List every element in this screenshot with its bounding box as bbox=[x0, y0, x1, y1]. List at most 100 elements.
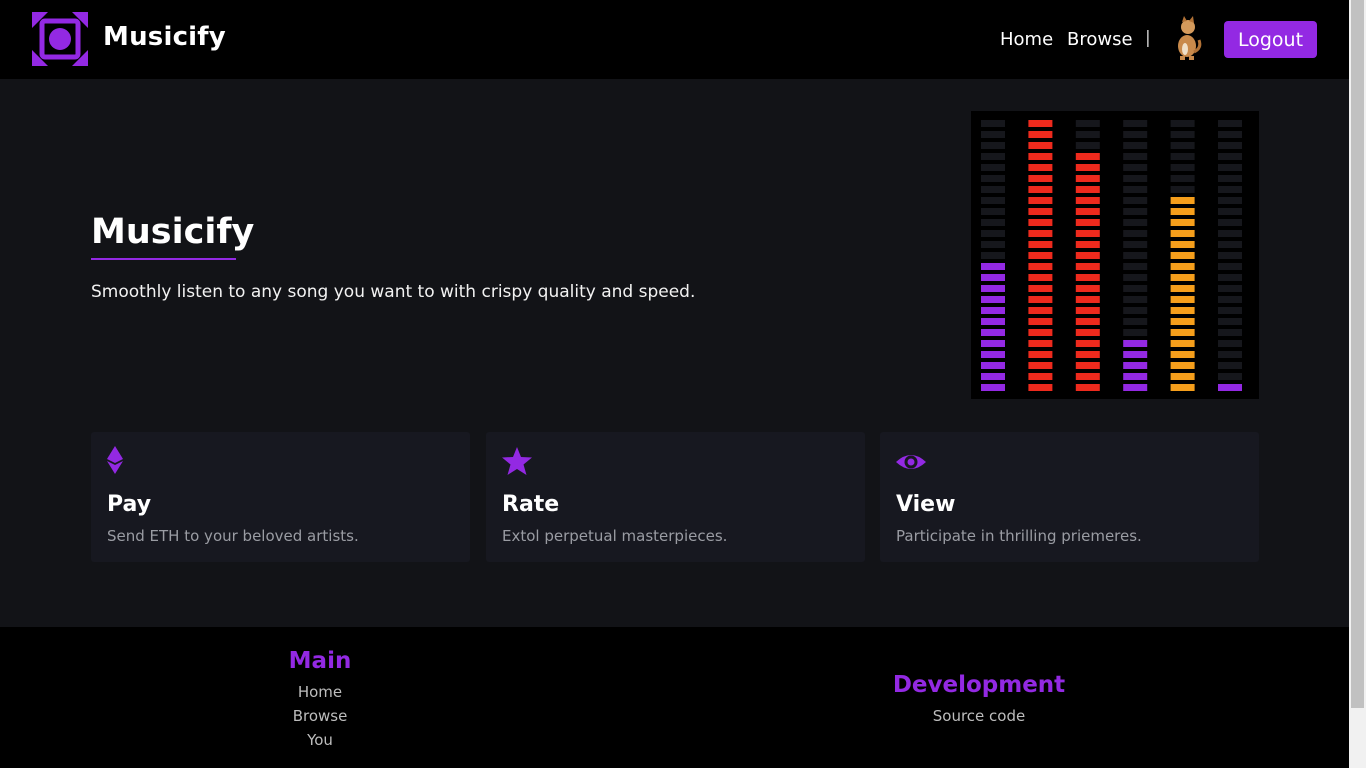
equalizer-segment bbox=[1123, 241, 1148, 248]
equalizer-segment bbox=[1075, 329, 1100, 336]
equalizer-segment bbox=[1075, 373, 1100, 380]
equalizer-segment bbox=[981, 384, 1005, 391]
footer-you-link[interactable]: You bbox=[240, 731, 400, 749]
equalizer-segment bbox=[1218, 285, 1242, 292]
equalizer-segment bbox=[1075, 164, 1100, 171]
equalizer-segment bbox=[1170, 296, 1195, 303]
feature-title: Pay bbox=[107, 492, 152, 517]
equalizer-segment bbox=[1218, 296, 1242, 303]
equalizer-segment bbox=[1170, 252, 1195, 259]
equalizer-segment bbox=[981, 153, 1005, 160]
equalizer-segment bbox=[1028, 362, 1053, 369]
equalizer-segment bbox=[1170, 384, 1195, 391]
equalizer-visual bbox=[971, 111, 1259, 399]
equalizer-segment bbox=[1218, 307, 1242, 314]
equalizer-segment bbox=[1075, 153, 1100, 160]
equalizer-segment bbox=[1123, 263, 1148, 270]
equalizer-segment bbox=[1218, 384, 1242, 391]
equalizer-segment bbox=[1028, 373, 1053, 380]
scrollbar-thumb[interactable] bbox=[1351, 0, 1364, 708]
equalizer-segment bbox=[1075, 175, 1100, 182]
equalizer-segment bbox=[1218, 373, 1242, 380]
equalizer-segment bbox=[1028, 274, 1053, 281]
footer-main-heading: Main bbox=[288, 648, 352, 674]
equalizer-segment bbox=[1170, 164, 1195, 171]
equalizer-segment bbox=[1075, 340, 1100, 347]
feature-description: Send ETH to your beloved artists. bbox=[107, 527, 359, 545]
equalizer-segment bbox=[1028, 318, 1053, 325]
footer-home-link[interactable]: Home bbox=[240, 683, 400, 701]
equalizer-segment bbox=[1123, 142, 1148, 149]
equalizer-segment bbox=[1170, 274, 1195, 281]
feature-title: Rate bbox=[502, 492, 560, 517]
equalizer-segment bbox=[1123, 175, 1148, 182]
equalizer-segment bbox=[1123, 164, 1148, 171]
equalizer-segment bbox=[1075, 142, 1100, 149]
equalizer-segment bbox=[981, 263, 1005, 270]
equalizer-segment bbox=[1218, 219, 1242, 226]
equalizer-segment bbox=[1075, 197, 1100, 204]
brand-name[interactable]: Musicify bbox=[103, 22, 226, 52]
equalizer-segment bbox=[1123, 197, 1148, 204]
equalizer-segment bbox=[1028, 142, 1053, 149]
equalizer-segment bbox=[981, 340, 1005, 347]
equalizer-segment bbox=[1218, 241, 1242, 248]
musicify-logo-icon[interactable] bbox=[32, 12, 88, 66]
equalizer-segment bbox=[1028, 329, 1053, 336]
equalizer-segment bbox=[1170, 142, 1195, 149]
equalizer-segment bbox=[981, 142, 1005, 149]
equalizer-segment bbox=[1123, 186, 1148, 193]
footer-source-code-link[interactable]: Source code bbox=[899, 707, 1059, 725]
logout-button[interactable]: Logout bbox=[1224, 21, 1317, 58]
equalizer-segment bbox=[1028, 241, 1053, 248]
footer-browse-link[interactable]: Browse bbox=[240, 707, 400, 725]
equalizer-segment bbox=[1028, 351, 1053, 358]
equalizer-segment bbox=[1028, 307, 1053, 314]
equalizer-segment bbox=[1218, 351, 1242, 358]
equalizer-segment bbox=[1123, 373, 1148, 380]
footer-development-heading: Development bbox=[892, 672, 1066, 698]
hero-title: Musicify bbox=[91, 212, 255, 252]
equalizer-segment bbox=[981, 252, 1005, 259]
equalizer-segment bbox=[1170, 186, 1195, 193]
equalizer-segment bbox=[1028, 120, 1053, 127]
user-avatar[interactable] bbox=[1172, 16, 1204, 60]
equalizer-segment bbox=[1218, 153, 1242, 160]
equalizer-segment bbox=[1218, 340, 1242, 347]
equalizer-segment bbox=[981, 351, 1005, 358]
equalizer-segment bbox=[1075, 362, 1100, 369]
equalizer-segment bbox=[1075, 120, 1100, 127]
equalizer-segment bbox=[1075, 131, 1100, 138]
equalizer-segment bbox=[981, 175, 1005, 182]
equalizer-segment bbox=[1170, 241, 1195, 248]
equalizer-segment bbox=[1170, 340, 1195, 347]
equalizer-segment bbox=[1123, 340, 1148, 347]
equalizer-segment bbox=[1123, 362, 1148, 369]
equalizer-segment bbox=[1123, 296, 1148, 303]
equalizer-segment bbox=[1123, 153, 1148, 160]
equalizer-segment bbox=[1170, 131, 1195, 138]
equalizer-segment bbox=[981, 186, 1005, 193]
equalizer-segment bbox=[1123, 208, 1148, 215]
equalizer-segment bbox=[981, 230, 1005, 237]
equalizer-segment bbox=[981, 274, 1005, 281]
equalizer-segment bbox=[1075, 186, 1100, 193]
equalizer-segment bbox=[1075, 230, 1100, 237]
hero-title-underline bbox=[91, 258, 236, 260]
equalizer-segment bbox=[981, 373, 1005, 380]
equalizer-segment bbox=[981, 241, 1005, 248]
equalizer-segment bbox=[1218, 362, 1242, 369]
equalizer-segment bbox=[1170, 318, 1195, 325]
equalizer-segment bbox=[1075, 318, 1100, 325]
equalizer-segment bbox=[1028, 219, 1053, 226]
equalizer-segment bbox=[1075, 252, 1100, 259]
nav-separator: | bbox=[1145, 28, 1151, 48]
equalizer-segment bbox=[1170, 120, 1195, 127]
nav-home-link[interactable]: Home bbox=[1000, 29, 1053, 50]
equalizer-segment bbox=[1170, 351, 1195, 358]
nav-browse-link[interactable]: Browse bbox=[1067, 29, 1133, 50]
equalizer-segment bbox=[981, 307, 1005, 314]
footer bbox=[0, 627, 1349, 768]
equalizer-segment bbox=[1170, 175, 1195, 182]
equalizer-segment bbox=[981, 329, 1005, 336]
